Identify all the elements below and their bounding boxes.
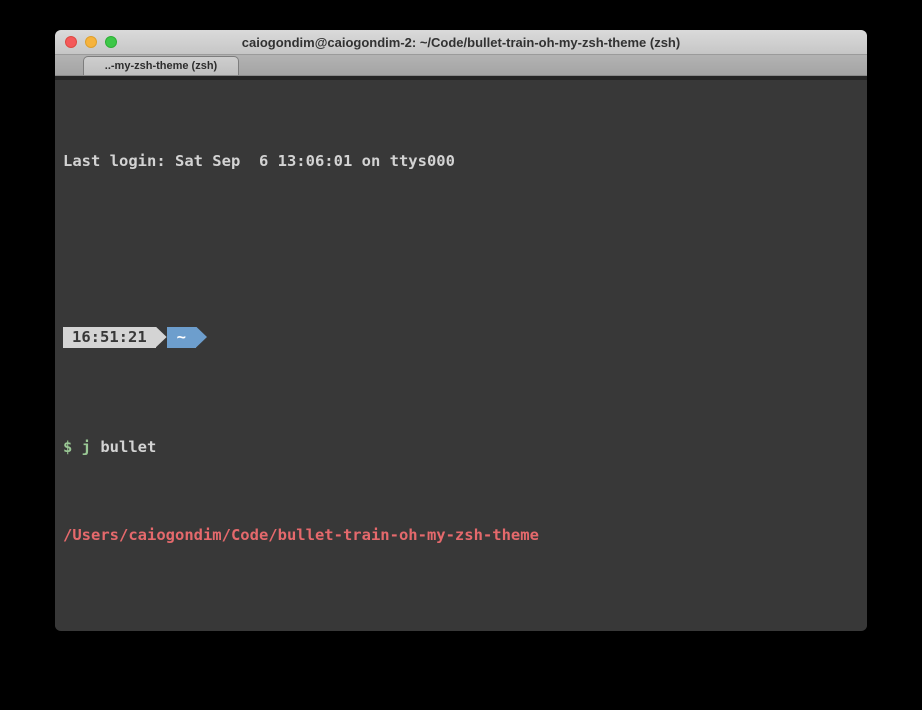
jump-output-path: /Users/caiogondim/Code/bullet-train-oh-m… [63, 524, 859, 546]
prompt-dir: ~ [177, 326, 186, 348]
powerline-separator [156, 327, 167, 348]
prompt-symbol: $ [63, 438, 82, 456]
command-args: bullet [91, 438, 156, 456]
minimize-button[interactable] [85, 36, 97, 48]
command-text: j [82, 438, 91, 456]
prompt-dir-segment: ~ [167, 327, 196, 348]
desktop-background: caiogondim@caiogondim-2: ~/Code/bullet-t… [0, 0, 922, 710]
prompt-time: 16:51:21 [72, 326, 147, 348]
last-login-line: Last login: Sat Sep 6 13:06:01 on ttys00… [63, 150, 859, 172]
blank-line [63, 590, 859, 612]
zoom-button[interactable] [105, 36, 117, 48]
tab-bar: ..-my-zsh-theme (zsh) [55, 55, 867, 76]
prompt-time-segment: 16:51:21 [63, 327, 156, 348]
terminal-content[interactable]: Last login: Sat Sep 6 13:06:01 on ttys00… [55, 80, 867, 630]
close-button[interactable] [65, 36, 77, 48]
traffic-lights [65, 30, 117, 54]
window-titlebar[interactable]: caiogondim@caiogondim-2: ~/Code/bullet-t… [55, 30, 867, 55]
tab-label: ..-my-zsh-theme (zsh) [105, 60, 217, 72]
command-line: $ j bullet [63, 436, 859, 458]
prompt-line: 16:51:21 ~ [63, 326, 859, 348]
window-title: caiogondim@caiogondim-2: ~/Code/bullet-t… [242, 35, 680, 50]
terminal-window: caiogondim@caiogondim-2: ~/Code/bullet-t… [55, 30, 867, 631]
blank-line [63, 216, 859, 238]
terminal-tab[interactable]: ..-my-zsh-theme (zsh) [83, 56, 239, 75]
powerline-separator [196, 327, 207, 348]
